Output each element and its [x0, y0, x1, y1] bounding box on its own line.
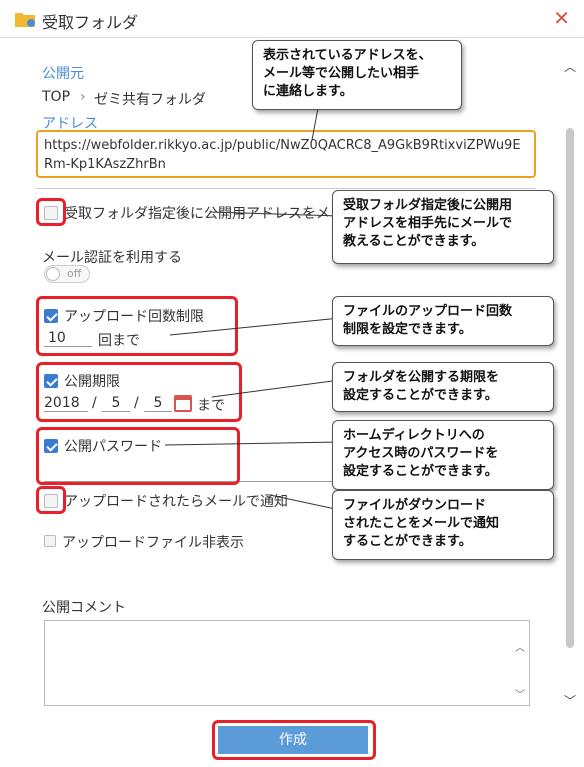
callout-password: ホームディレクトリへの アクセス時のパスワードを 設定することができます。: [332, 420, 554, 490]
scroll-thumb[interactable]: [566, 128, 574, 648]
divider: [36, 188, 536, 189]
highlight-password: [36, 427, 240, 485]
address-url[interactable]: https://webfolder.rikkyo.ac.jp/public/Nw…: [36, 130, 536, 178]
mail-on-upload-label: アップロードされたらメールで通知: [64, 494, 288, 510]
callout-text: フォルダを公開する期限を: [343, 370, 500, 385]
toggle-label: off: [67, 267, 82, 280]
toggle-knob: [46, 267, 60, 281]
callout-text: 設定することができます。: [343, 388, 498, 403]
callout-period: フォルダを公開する期限を 設定することができます。: [332, 362, 554, 412]
highlight-notify-checkbox: [36, 198, 66, 226]
callout-text: ファイルがダウンロード: [343, 498, 487, 513]
breadcrumb-folder: ゼミ共有フォルダ: [94, 92, 206, 108]
callout-address: 表示されているアドレスを、 メール等で公開したい相手 に連絡します。: [252, 40, 462, 110]
callout-text: に連絡します。: [263, 84, 353, 99]
callout-text: アドレスを相手先にメールで: [343, 216, 513, 231]
callout-text: することができます。: [343, 534, 472, 549]
callout-download: ファイルがダウンロード されたことをメールで通知 することができます。: [332, 490, 554, 560]
callout-notify: 受取フォルダ指定後に公開用 アドレスを相手先にメールで 教えることができます。: [332, 190, 554, 264]
mail-auth-toggle[interactable]: off: [44, 265, 90, 283]
breadcrumb-chevron-icon: ›: [80, 89, 86, 105]
comment-label: 公開コメント: [42, 600, 126, 616]
breadcrumb-root[interactable]: TOP: [42, 89, 70, 105]
textarea-scroll-down-icon[interactable]: ﹀: [515, 686, 525, 701]
comment-textarea[interactable]: ︿ ﹀: [44, 620, 530, 706]
highlight-upload-limit: [36, 296, 238, 356]
callout-text: 表示されているアドレスを、: [263, 48, 432, 63]
textarea-scroll-up-icon[interactable]: ︿: [515, 639, 525, 654]
scroll-down-icon[interactable]: ﹀: [562, 692, 578, 708]
publish-source-label: 公開元: [42, 66, 84, 82]
callout-text: されたことをメールで通知: [343, 516, 500, 531]
callout-text: 制限を設定できます。: [343, 322, 472, 337]
callout-text: メール等で公開したい相手: [263, 66, 420, 81]
notify-address-label: 受取フォルダ指定後に公開用アドレスをメ: [64, 206, 330, 222]
scrollbar[interactable]: ︿ ﹀: [562, 58, 578, 708]
hide-upload-checkbox[interactable]: [44, 535, 56, 547]
highlight-period: [36, 362, 242, 422]
window-title: 受取フォルダ: [42, 13, 139, 32]
callout-text: 受取フォルダ指定後に公開用: [343, 198, 513, 213]
callout-text: 教えることができます。: [343, 234, 485, 249]
callout-text: アクセス時のパスワードを: [343, 446, 499, 461]
callout-text: ホームディレクトリへの: [343, 428, 485, 443]
highlight-mail-checkbox: [36, 486, 66, 514]
scroll-up-icon[interactable]: ︿: [562, 58, 578, 74]
folder-icon: [15, 13, 35, 27]
highlight-create-button: [212, 720, 376, 760]
close-icon[interactable]: ✕: [553, 6, 570, 30]
title-bar: 受取フォルダ ✕: [0, 0, 584, 38]
mail-auth-label: メール認証を利用する: [42, 250, 182, 266]
callout-upload: ファイルのアップロード回数 制限を設定できます。: [332, 296, 554, 346]
hide-upload-label: アップロードファイル非表示: [62, 535, 244, 551]
callout-text: ファイルのアップロード回数: [343, 304, 513, 319]
callout-text: 設定することができます。: [343, 464, 498, 479]
